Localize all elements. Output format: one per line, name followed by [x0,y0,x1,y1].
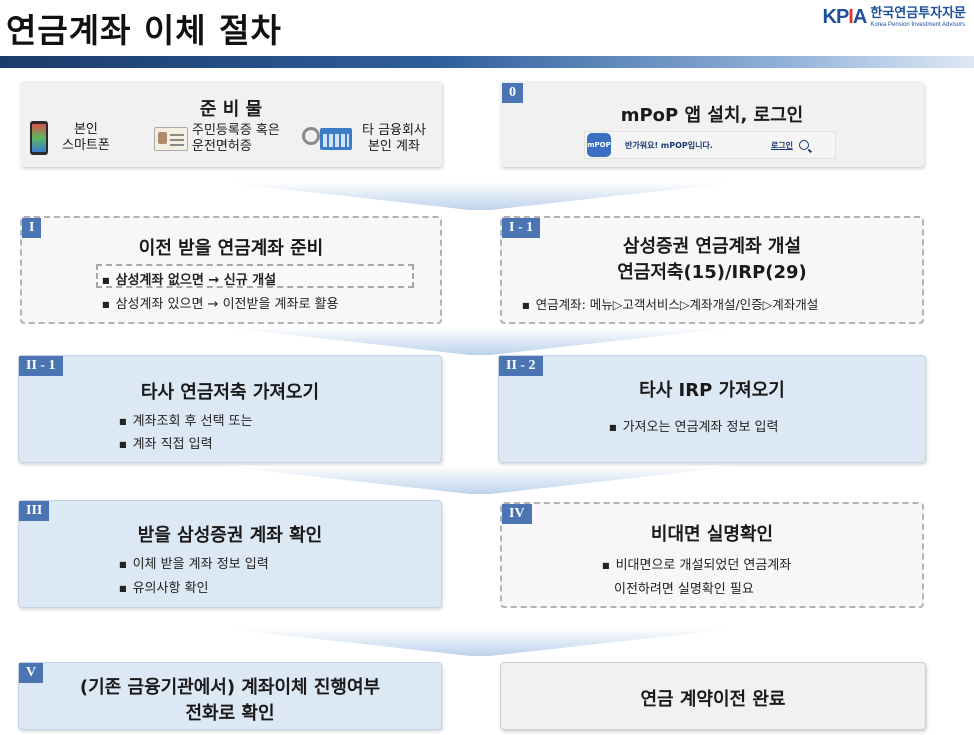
logo-korean-text: 한국연금투자자문 [870,6,966,21]
page-title: 연금계좌 이체 절차 [6,11,282,50]
prep-title: 준 비 물 [199,99,263,120]
prep-item-bank-account: 타 금융회사 본인 계좌 [302,123,426,155]
flow-arrow [220,327,740,355]
bullet-item: ■ 비대면으로 개설되었던 연금계좌 [602,558,792,573]
step-title: 이전 받을 연금계좌 준비 [138,238,324,259]
step-title-line-1: (기존 금융기관에서) 계좌이체 진행여부 [79,677,381,698]
bullet-item: ■ 삼성계좌 없으면 → 신규 개설 [102,273,277,288]
smartphone-icon [30,121,48,155]
prep-item-label: 본인 계좌 [367,139,420,154]
header-band [0,56,974,68]
prep-item-id-card: 주민등록증 혹은 운전면허증 [154,123,280,155]
bullet-item: ■ 가져오는 연금계좌 정보 입력 [609,420,779,435]
step-badge: III [19,501,50,521]
step-5-box: V (기존 금융기관에서) 계좌이체 진행여부 전화로 확인 [18,662,442,730]
step-3-box: III 받을 삼성증권 계좌 확인 ■ 이체 받을 계좌 정보 입력 ■ 유의사항 … [18,500,442,608]
kpia-logo: KPIA 한국연금투자자문 Korea Pension Investment A… [823,6,967,29]
prep-item-label: 운전면허증 [192,139,252,154]
step-badge: II - 2 [499,356,543,376]
app-login-link: 로그인 [770,140,793,150]
step-title: 타사 연금저축 가져오기 [140,382,320,403]
step-title: 타사 IRP 가져오기 [639,380,785,401]
bullet-item-continuation: 이전하려면 실명확인 필요 [614,582,754,597]
id-card-icon [154,127,188,151]
step-2-2-box: II - 2 타사 IRP 가져오기 ■ 가져오는 연금계좌 정보 입력 [498,355,926,463]
prep-box: 준 비 물 본인 스마트폰 주민등록증 혹은 운전면허증 타 금융회사 본인 계… [20,81,442,167]
step-4-box: IV 비대면 실명확인 ■ 비대면으로 개설되었던 연금계좌 이전하려면 실명확인… [500,502,924,608]
step-badge: 0 [502,83,523,103]
mpop-app-icon: mPOP [587,133,611,157]
prep-item-label: 스마트폰 [62,138,110,153]
logo-english-text: Korea Pension Investment Advisors [870,22,966,28]
step-title-line-2: 전화로 확인 [185,703,275,724]
step-title: 받을 삼성증권 계좌 확인 [137,525,323,546]
bullet-item: ■ 연금계좌: 메뉴▷고객서비스▷계좌개설/인증▷계좌개설 [522,297,819,312]
magnifier-icon [302,127,320,145]
logo-mark: KPIA [822,6,868,28]
prep-item-label: 타 금융회사 [362,123,426,138]
completion-title: 연금 계약이전 완료 [640,689,786,710]
bullet-item: ■ 이체 받을 계좌 정보 입력 [119,557,269,572]
flow-arrow [220,466,740,494]
bullet-item: ■ 계좌 직접 입력 [119,437,213,452]
bullet-item: ■ 계좌조회 후 선택 또는 [119,414,253,429]
mpop-app-preview: mPOP 반가워요! mPOP입니다. 로그인 [584,131,836,159]
step-1-1-box: I - 1 삼성증권 연금계좌 개설 연금저축(15)/IRP(29) ■ 연금계… [500,216,924,324]
flow-arrow [220,182,740,210]
completion-box: 연금 계약이전 완료 [500,662,926,730]
prep-item-label: 본인 [73,122,98,137]
bullet-item: ■ 유의사항 확인 [119,581,209,596]
search-icon [798,140,809,150]
step-1-box: I 이전 받을 연금계좌 준비 ■ 삼성계좌 없으면 → 신규 개설 ■ 삼성계좌 … [20,216,442,324]
step-badge: II - 1 [19,356,63,376]
step-title-line-2: 연금저축(15)/IRP(29) [617,262,807,283]
step-title-line-1: 삼성증권 연금계좌 개설 [622,236,802,257]
step-2-1-box: II - 1 타사 연금저축 가져오기 ■ 계좌조회 후 선택 또는 ■ 계좌 직접… [18,355,442,463]
flow-arrow [220,628,740,656]
bank-card-icon [320,128,352,150]
step-title: mPoP 앱 설치, 로그인 [620,105,804,126]
bullet-item: ■ 삼성계좌 있으면 → 이전받을 계좌로 활용 [102,297,339,312]
prep-item-smartphone: 본인 스마트폰 [30,121,110,155]
app-welcome-text: 반가워요! mPOP입니다. [625,140,713,150]
prep-item-label: 주민등록증 혹은 [192,123,280,138]
step-title: 비대면 실명확인 [650,524,774,545]
step-0-box: 0 mPoP 앱 설치, 로그인 mPOP 반가워요! mPOP입니다. 로그인 [500,81,924,167]
